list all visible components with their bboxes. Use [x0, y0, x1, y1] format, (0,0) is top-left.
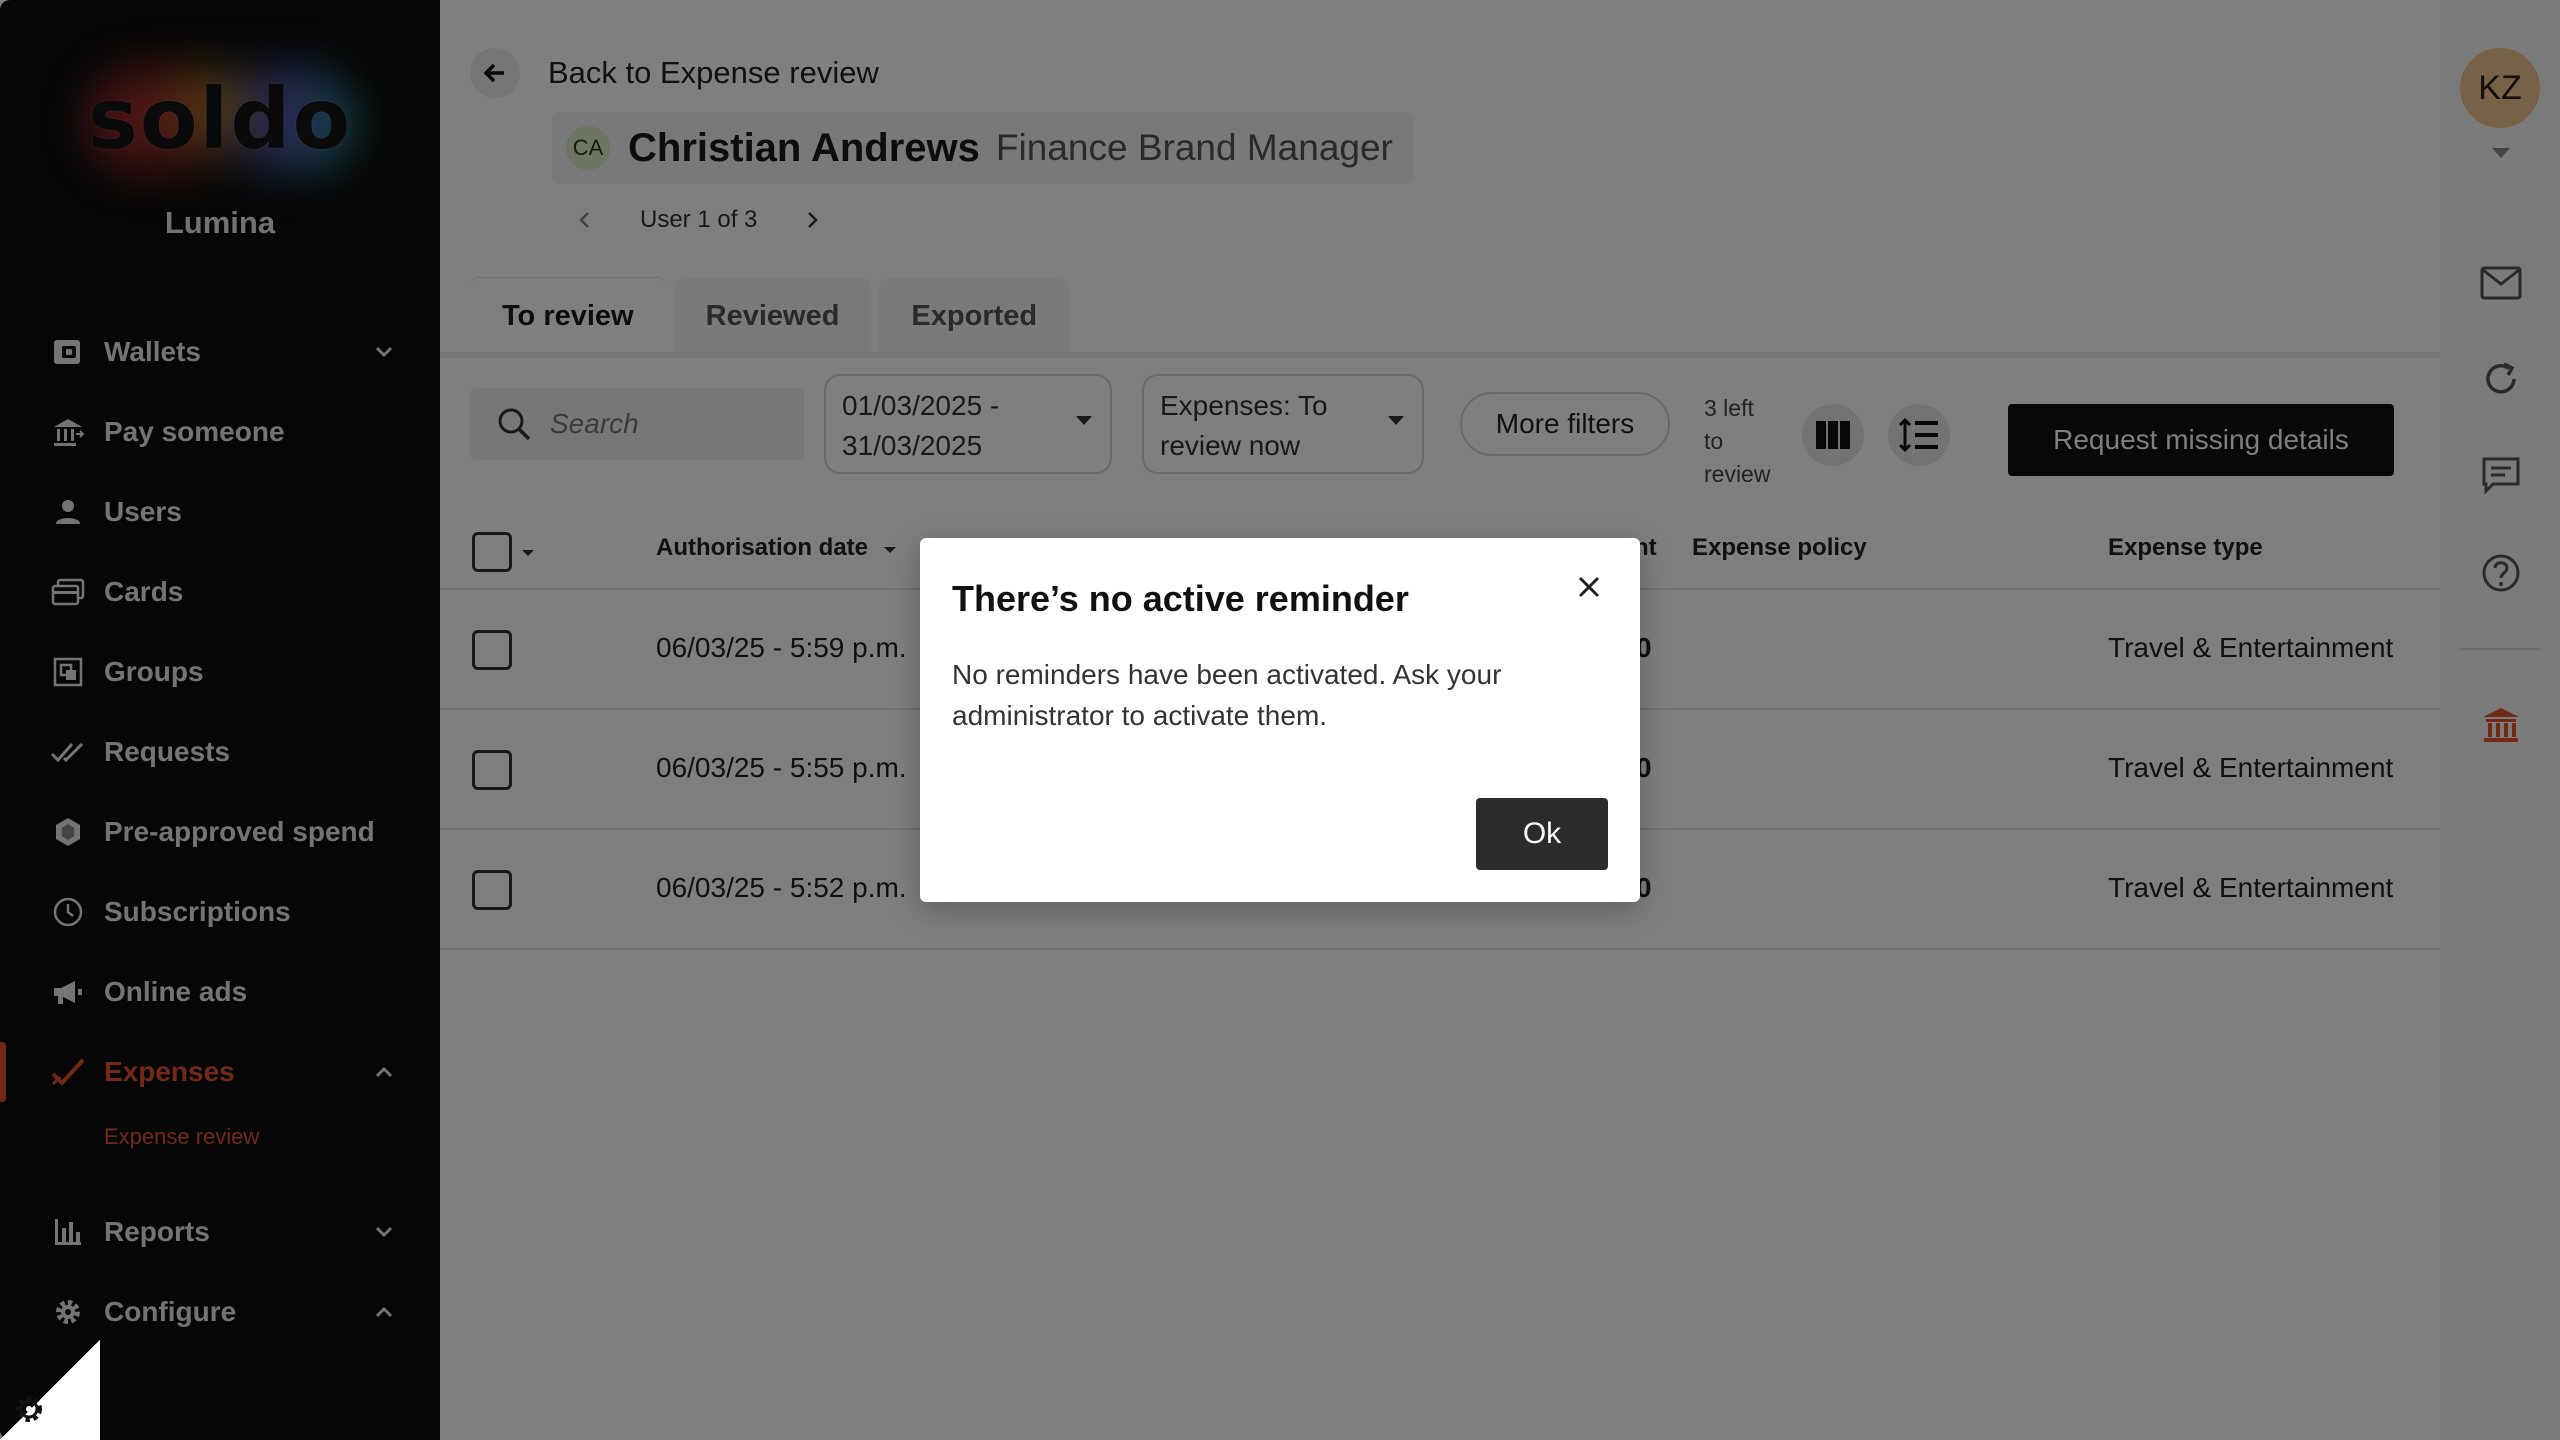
ok-button[interactable]: Ok [1476, 798, 1608, 870]
settings-gear-icon[interactable] [12, 1392, 46, 1426]
no-reminder-dialog: There’s no active reminder No reminders … [920, 538, 1640, 902]
close-icon[interactable] [1572, 570, 1606, 604]
dialog-message: No reminders have been activated. Ask yo… [952, 659, 1502, 731]
app-window: soldo Lumina Wallets Pay someone [0, 0, 2560, 1440]
dialog-title: There’s no active reminder [952, 578, 1409, 619]
